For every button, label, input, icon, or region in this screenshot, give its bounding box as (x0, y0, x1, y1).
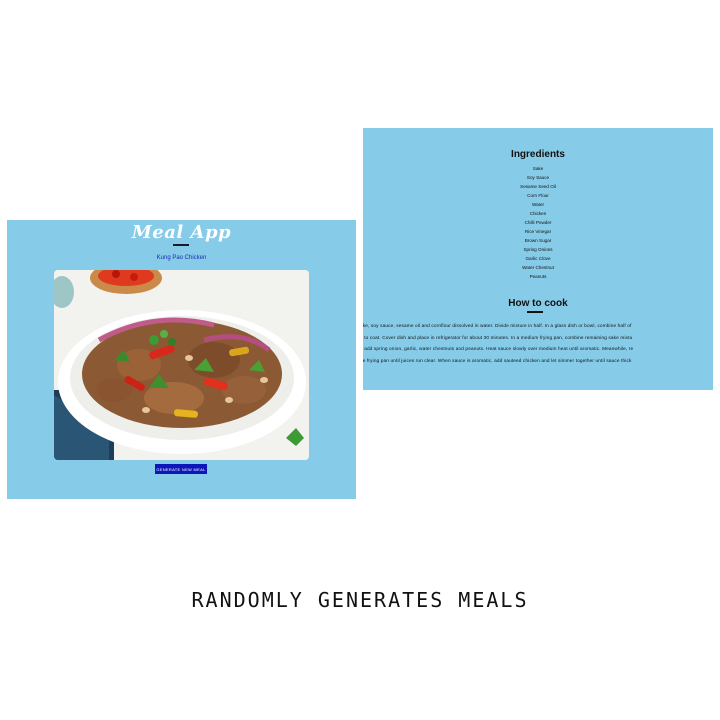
meal-photo (54, 270, 309, 460)
recipe-panel-screenshot: Ingredients Sake Soy Sauce Sesame Seed O… (363, 128, 713, 390)
ingredient-item: Chicken (529, 211, 547, 216)
food-photo-illustration (54, 270, 309, 460)
ingredient-item: Spring Onions (523, 247, 553, 252)
how-to-cook-underline (527, 311, 543, 313)
title-underline (173, 244, 189, 246)
ingredient-item: Water (531, 202, 545, 207)
instruction-line: ge frying pan until juices run clear. Wh… (363, 357, 632, 363)
ingredient-item: Garlic Clove (525, 256, 551, 261)
generate-meal-button[interactable]: Generate New Meal (155, 464, 207, 474)
meal-app-screenshot: Meal App Kung Pao Chicken GENERATE NEW M… (7, 220, 356, 499)
instructions-text: ake, soy sauce, sesame oil and cornflour… (363, 320, 713, 366)
ingredient-item: Corn Flour (527, 193, 549, 198)
instruction-line: n to coat. Cover dish and place in refri… (363, 334, 633, 340)
ingredients-list: Sake Soy Sauce Sesame Seed Oil Corn Flou… (363, 164, 713, 281)
ingredient-item: Brown Sugar (524, 238, 552, 243)
ingredients-heading: Ingredients (511, 149, 565, 160)
instruction-line: d add spring onion, garlic, water chestn… (363, 346, 634, 351)
ingredient-item: Water Chestnut (522, 265, 554, 270)
how-to-cook-heading: How to cook (508, 298, 568, 309)
meal-name: Kung Pao Chicken (156, 255, 207, 261)
ingredient-item: Soy Sauce (526, 175, 550, 180)
ingredient-item: Sesame Seed Oil (520, 184, 556, 189)
ingredient-item: Chilli Powder (524, 220, 552, 225)
caption: RANDOMLY GENERATES MEALS (191, 588, 529, 612)
ingredient-item: Sake (532, 166, 544, 171)
ingredient-item: Peanuts (529, 274, 547, 279)
ingredient-item: Rice Vinegar (524, 229, 552, 234)
instruction-line: ake, soy sauce, sesame oil and cornflour… (363, 323, 632, 328)
app-title: Meal App (131, 222, 232, 243)
